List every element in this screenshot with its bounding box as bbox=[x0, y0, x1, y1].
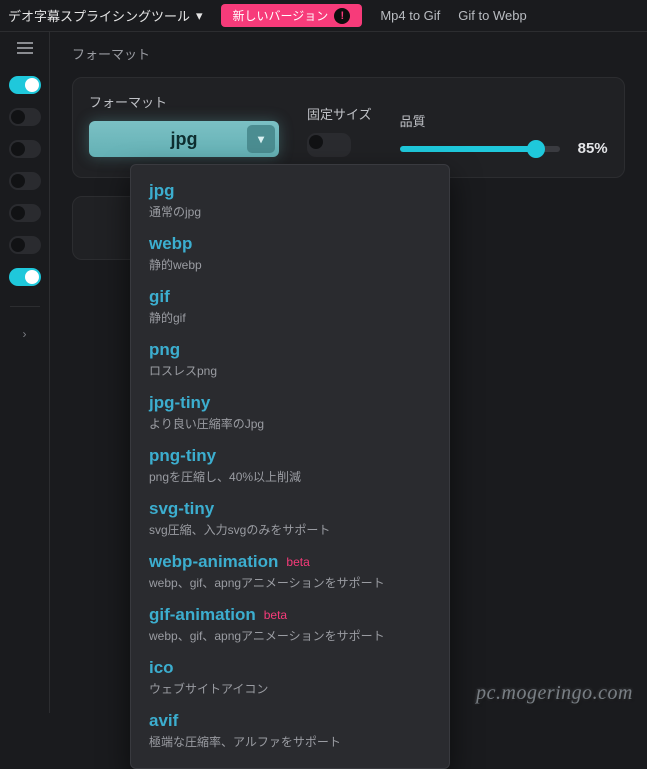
format-selected-value: jpg bbox=[171, 129, 198, 150]
dropdown-item-png[interactable]: png ロスレスpng bbox=[131, 334, 449, 387]
dropdown-item-name: avif bbox=[149, 711, 431, 731]
beta-tag: beta bbox=[286, 555, 309, 569]
sidebar-divider bbox=[10, 306, 40, 307]
dropdown-item-webp-animation[interactable]: webp-animationbeta webp、gif、apngアニメーションをサ… bbox=[131, 546, 449, 599]
sidebar-toggle-5[interactable] bbox=[9, 204, 41, 222]
section-title: フォーマット bbox=[72, 44, 625, 63]
app-title-dropdown[interactable]: デオ字幕スプライシングツール ▾ bbox=[8, 6, 203, 25]
fixed-size-toggle[interactable] bbox=[307, 133, 351, 157]
dropdown-item-desc: 極端な圧縮率、アルファをサポート bbox=[149, 733, 431, 750]
main: フォーマット フォーマット jpg ▾ 固定サイズ 品質 85% bbox=[50, 32, 647, 713]
sidebar-toggle-7[interactable] bbox=[9, 268, 41, 286]
format-field: フォーマット jpg ▾ bbox=[89, 92, 279, 157]
hamburger-icon[interactable] bbox=[17, 42, 33, 54]
dropdown-item-name: jpg-tiny bbox=[149, 393, 431, 413]
dropdown-item-ico[interactable]: ico ウェブサイトアイコン bbox=[131, 652, 449, 705]
sidebar-toggle-2[interactable] bbox=[9, 108, 41, 126]
content: › フォーマット フォーマット jpg ▾ 固定サイズ 品質 bbox=[0, 32, 647, 713]
format-dropdown-menu: jpg 通常のjpg webp 静的webp gif 静的gif png ロスレスpng jpg… bbox=[130, 164, 450, 769]
fixed-size-field: 固定サイズ bbox=[307, 104, 372, 157]
dropdown-item-name: png-tiny bbox=[149, 446, 431, 466]
dropdown-item-png-tiny[interactable]: png-tiny pngを圧縮し、40%以上削減 bbox=[131, 440, 449, 493]
dropdown-item-desc: pngを圧縮し、40%以上削減 bbox=[149, 468, 431, 485]
quality-slider-wrap: 85% bbox=[400, 140, 608, 157]
dropdown-item-name: gif-animationbeta bbox=[149, 605, 431, 625]
dropdown-item-gif[interactable]: gif 静的gif bbox=[131, 281, 449, 334]
dropdown-item-jpg-tiny[interactable]: jpg-tiny より良い圧縮率のJpg bbox=[131, 387, 449, 440]
quality-value: 85% bbox=[578, 140, 608, 157]
nav-gif-to-webp[interactable]: Gif to Webp bbox=[458, 8, 526, 23]
new-version-label: 新しいバージョン bbox=[233, 7, 329, 24]
sidebar: › bbox=[0, 32, 50, 713]
dropdown-item-name: webp bbox=[149, 234, 431, 254]
format-panel: フォーマット jpg ▾ 固定サイズ 品質 85% bbox=[72, 77, 625, 178]
dropdown-item-name: jpg bbox=[149, 181, 431, 201]
dropdown-item-jpg[interactable]: jpg 通常のjpg bbox=[131, 175, 449, 228]
alert-icon: ! bbox=[334, 8, 350, 24]
sidebar-toggle-3[interactable] bbox=[9, 140, 41, 158]
chevron-down-icon: ▾ bbox=[196, 8, 203, 24]
quality-slider[interactable] bbox=[400, 146, 560, 152]
slider-thumb[interactable] bbox=[527, 140, 545, 158]
app-title-text: デオ字幕スプライシングツール bbox=[8, 6, 190, 25]
quality-label: 品質 bbox=[400, 111, 608, 130]
dropdown-item-name: gif bbox=[149, 287, 431, 307]
chevron-down-icon: ▾ bbox=[247, 125, 275, 153]
format-select[interactable]: jpg ▾ bbox=[89, 121, 279, 157]
topbar: デオ字幕スプライシングツール ▾ 新しいバージョン ! Mp4 to Gif G… bbox=[0, 0, 647, 32]
watermark-text: pc.mogeringo.com bbox=[476, 682, 633, 705]
sidebar-toggle-1[interactable] bbox=[9, 76, 41, 94]
dropdown-item-name: webp-animationbeta bbox=[149, 552, 431, 572]
dropdown-item-desc: webp、gif、apngアニメーションをサポート bbox=[149, 627, 431, 644]
sidebar-toggle-4[interactable] bbox=[9, 172, 41, 190]
dropdown-item-name: svg-tiny bbox=[149, 499, 431, 519]
dropdown-item-desc: ウェブサイトアイコン bbox=[149, 680, 431, 697]
dropdown-item-desc: ロスレスpng bbox=[149, 362, 431, 379]
dropdown-item-name: png bbox=[149, 340, 431, 360]
expand-right-icon[interactable]: › bbox=[23, 327, 27, 341]
dropdown-item-desc: 静的webp bbox=[149, 256, 431, 273]
dropdown-item-svg-tiny[interactable]: svg-tiny svg圧縮、入力svgのみをサポート bbox=[131, 493, 449, 546]
dropdown-item-gif-animation[interactable]: gif-animationbeta webp、gif、apngアニメーションをサポ… bbox=[131, 599, 449, 652]
beta-tag: beta bbox=[264, 608, 287, 622]
dropdown-item-desc: webp、gif、apngアニメーションをサポート bbox=[149, 574, 431, 591]
dropdown-item-desc: 通常のjpg bbox=[149, 203, 431, 220]
format-label: フォーマット bbox=[89, 92, 279, 111]
dropdown-item-desc: 静的gif bbox=[149, 309, 431, 326]
dropdown-item-name: ico bbox=[149, 658, 431, 678]
new-version-button[interactable]: 新しいバージョン ! bbox=[221, 4, 363, 27]
dropdown-item-desc: より良い圧縮率のJpg bbox=[149, 415, 431, 432]
dropdown-item-desc: svg圧縮、入力svgのみをサポート bbox=[149, 521, 431, 538]
nav-mp4-to-gif[interactable]: Mp4 to Gif bbox=[380, 8, 440, 23]
quality-field: 品質 85% bbox=[400, 111, 608, 157]
dropdown-item-webp[interactable]: webp 静的webp bbox=[131, 228, 449, 281]
sidebar-toggle-6[interactable] bbox=[9, 236, 41, 254]
fixed-size-label: 固定サイズ bbox=[307, 104, 372, 123]
